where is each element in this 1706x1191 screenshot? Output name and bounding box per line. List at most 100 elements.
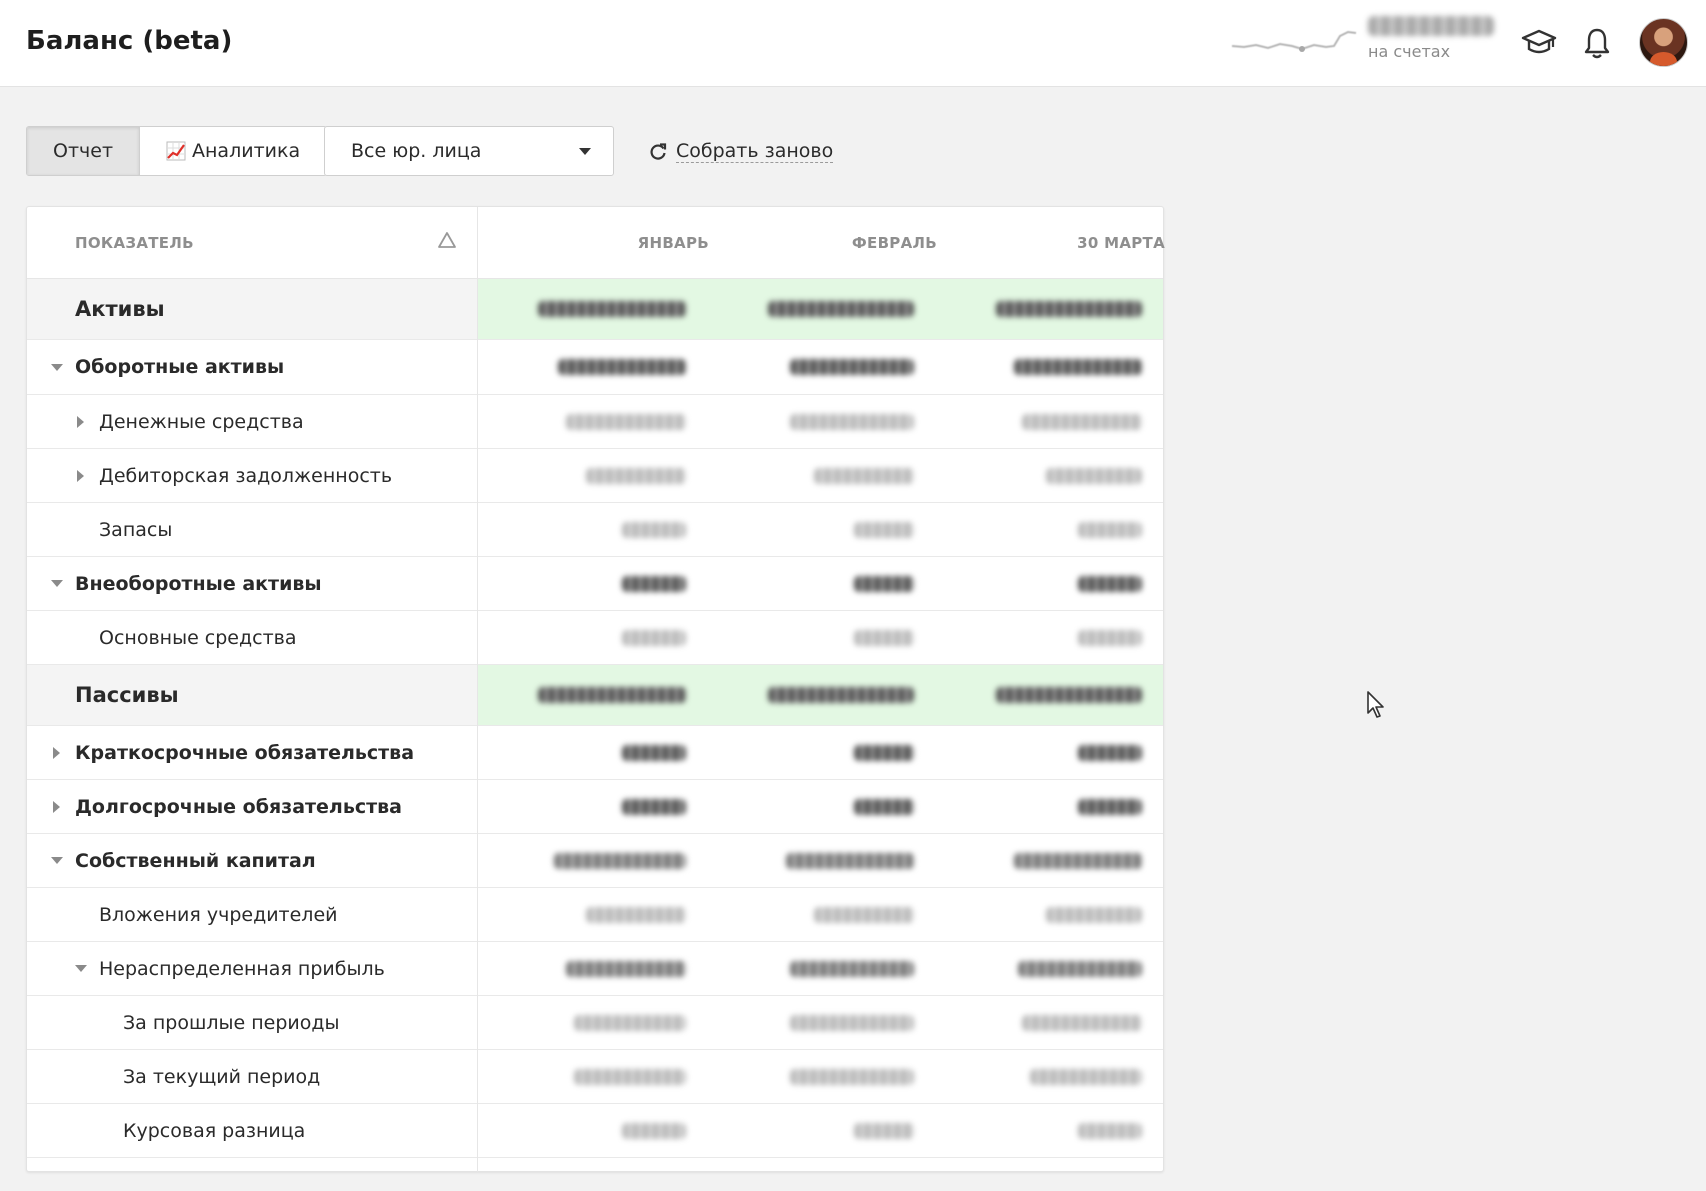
column-header-january[interactable]: ЯНВАРЬ [509, 234, 709, 252]
value-blurred [1078, 576, 1142, 592]
row-label: Вложения учредителей [99, 903, 338, 926]
table-row-cash[interactable]: Денежные средства [27, 395, 1163, 449]
rebuild-label: Собрать заново [676, 140, 834, 163]
top-bar: Баланс (beta) на счетах [0, 0, 1706, 87]
caret-down-icon [579, 148, 591, 155]
expand-triangle-icon[interactable] [77, 470, 84, 482]
tab-report[interactable]: Отчет [27, 127, 141, 175]
value-blurred [1078, 1123, 1142, 1139]
value-blurred [768, 687, 914, 703]
value-blurred [586, 907, 686, 923]
value-blurred [996, 301, 1142, 317]
value-blurred [566, 414, 686, 430]
value-blurred [1046, 468, 1142, 484]
value-blurred [996, 687, 1142, 703]
value-blurred [790, 414, 914, 430]
value-blurred [790, 961, 914, 977]
value-blurred [1078, 522, 1142, 538]
value-blurred [854, 630, 914, 646]
balance-table: ПОКАЗАТЕЛЬ ЯНВАРЬ ФЕВРАЛЬ 30 МАРТА Актив… [26, 206, 1165, 1172]
view-switcher: Отчет Аналитика [26, 126, 328, 176]
value-blurred [1014, 853, 1142, 869]
table-row-prior-periods[interactable]: За прошлые периоды [27, 996, 1163, 1050]
value-blurred [622, 745, 686, 761]
table-row-current-assets[interactable]: Оборотные активы [27, 340, 1163, 395]
value-blurred [790, 359, 914, 375]
row-label: Собственный капитал [75, 849, 316, 872]
tab-analytics[interactable]: Аналитика [140, 127, 326, 175]
column-header-february[interactable]: ФЕВРАЛЬ [737, 234, 937, 252]
table-row-founders-contributions[interactable]: Вложения учредителей [27, 888, 1163, 942]
row-label: Запасы [99, 518, 173, 541]
column-divider [477, 207, 478, 1172]
row-label: Краткосрочные обязательства [75, 741, 415, 764]
row-label: Оборотные активы [75, 356, 285, 378]
table-row-equity[interactable]: Собственный капитал [27, 834, 1163, 888]
value-blurred [814, 907, 914, 923]
value-blurred [790, 1015, 914, 1031]
table-header: ПОКАЗАТЕЛЬ ЯНВАРЬ ФЕВРАЛЬ 30 МАРТА [27, 207, 1165, 279]
value-blurred [854, 522, 914, 538]
tab-analytics-label: Аналитика [192, 140, 301, 162]
value-blurred [538, 687, 686, 703]
value-blurred [566, 961, 686, 977]
expand-triangle-icon[interactable] [53, 747, 60, 759]
page-title: Баланс (beta) [26, 26, 233, 56]
sort-triangle-icon[interactable] [437, 231, 457, 249]
table-row-retained-earnings[interactable]: Нераспределенная прибыль [27, 942, 1163, 996]
value-blurred [1078, 799, 1142, 815]
collapse-triangle-icon[interactable] [51, 580, 63, 587]
expand-triangle-icon[interactable] [53, 801, 60, 813]
row-label: Курсовая разница [123, 1119, 306, 1142]
row-label: Нераспределенная прибыль [99, 957, 385, 980]
row-label: За текущий период [123, 1065, 321, 1088]
value-blurred [814, 468, 914, 484]
value-blurred [1018, 961, 1142, 977]
value-blurred [558, 359, 686, 375]
column-header-indicator[interactable]: ПОКАЗАТЕЛЬ [75, 234, 194, 252]
value-blurred [1078, 745, 1142, 761]
table-row-fixed-assets[interactable]: Основные средства [27, 611, 1163, 665]
row-label: Основные средства [99, 626, 297, 649]
table-row-exchange-difference[interactable]: Курсовая разница [27, 1104, 1163, 1158]
legal-entity-select-value: Все юр. лица [351, 140, 482, 162]
table-row-current-period[interactable]: За текущий период [27, 1050, 1163, 1104]
balance-amount-blurred [1368, 16, 1494, 36]
value-blurred [586, 468, 686, 484]
column-header-march-30[interactable]: 30 МАРТА [965, 234, 1165, 252]
row-label: За прошлые периоды [123, 1011, 340, 1034]
table-row-receivables[interactable]: Дебиторская задолженность [27, 449, 1163, 503]
bell-icon[interactable] [1578, 24, 1616, 62]
balance-label: на счетах [1368, 42, 1451, 61]
graduation-cap-icon[interactable] [1520, 24, 1558, 62]
row-label: Долгосрочные обязательства [75, 795, 402, 818]
value-blurred [1014, 359, 1142, 375]
value-blurred [768, 301, 914, 317]
value-blurred [1030, 1069, 1142, 1085]
table-row-liabilities[interactable]: Пассивы [27, 665, 1163, 726]
refresh-icon [650, 142, 667, 160]
value-blurred [622, 630, 686, 646]
rebuild-button[interactable]: Собрать заново [648, 140, 834, 163]
value-blurred [854, 745, 914, 761]
collapse-triangle-icon[interactable] [51, 364, 63, 371]
user-avatar[interactable] [1639, 18, 1688, 67]
table-row-noncurrent-assets[interactable]: Внеоборотные активы [27, 557, 1163, 611]
table-row-short-term-liabilities[interactable]: Краткосрочные обязательства [27, 726, 1163, 780]
expand-triangle-icon[interactable] [77, 416, 84, 428]
value-blurred [574, 1069, 686, 1085]
row-label: Дебиторская задолженность [99, 464, 393, 487]
collapse-triangle-icon[interactable] [75, 965, 87, 972]
collapse-triangle-icon[interactable] [51, 857, 63, 864]
value-blurred [1022, 1015, 1142, 1031]
value-blurred [538, 301, 686, 317]
value-blurred [622, 576, 686, 592]
row-label: Внеоборотные активы [75, 572, 322, 595]
row-label: Пассивы [75, 683, 179, 707]
legal-entity-select[interactable]: Все юр. лица [324, 126, 614, 176]
value-blurred [790, 1069, 914, 1085]
table-row-inventory[interactable]: Запасы [27, 503, 1163, 557]
balance-summary[interactable]: на счетах [1368, 16, 1494, 61]
table-row-assets[interactable]: Активы [27, 279, 1163, 340]
table-row-long-term-liabilities[interactable]: Долгосрочные обязательства [27, 780, 1163, 834]
